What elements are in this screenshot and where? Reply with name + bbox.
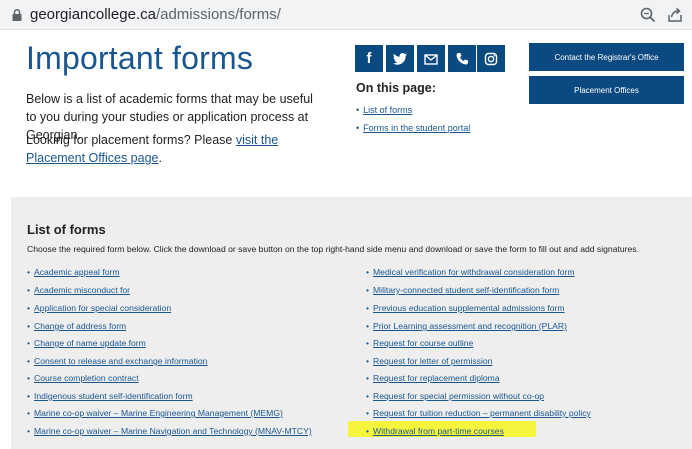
twitter-icon (393, 52, 407, 65)
form-list-item: Medical verification for withdrawal cons… (366, 266, 575, 278)
form-list-item: Indigenous student self-identification f… (27, 390, 193, 402)
phone-icon (456, 52, 468, 64)
special-permission-request-link[interactable]: Request for special permission without c… (373, 391, 544, 401)
special-consideration-form-link[interactable]: Application for special consideration (34, 303, 171, 313)
form-list-item: Academic misconduct for (27, 284, 130, 296)
url-text[interactable]: georgiancollege.ca/admissions/forms/ (30, 6, 281, 24)
facebook-button[interactable]: f (355, 45, 383, 72)
form-list-item: Marine co-op waiver – Marine Navigation … (27, 425, 312, 437)
marine-memg-waiver-link[interactable]: Marine co-op waiver – Marine Engineering… (34, 408, 283, 418)
url-path: /admissions/forms/ (155, 6, 281, 23)
form-list-item: Change of address form (27, 320, 126, 332)
form-list-item: Application for special consideration (27, 302, 171, 314)
form-list-item: Marine co-op waiver – Marine Engineering… (27, 407, 283, 419)
form-list-item: Course completion contract (27, 372, 139, 384)
form-list-item: Withdrawal from part-time courses (366, 425, 504, 437)
phone-button[interactable] (448, 45, 476, 72)
contact-registrar-button[interactable]: Contact the Registrar's Office (529, 43, 684, 71)
military-self-id-form-link[interactable]: Military-connected student self-identifi… (373, 285, 559, 295)
url-host: georgiancollege.ca (30, 6, 156, 23)
medical-verification-form-link[interactable]: Medical verification for withdrawal cons… (373, 267, 575, 277)
academic-misconduct-form-link[interactable]: Academic misconduct for (34, 285, 130, 295)
form-list-item: Prior Learning assessment and recognitio… (366, 320, 567, 332)
email-icon (424, 53, 438, 65)
course-completion-contract-link[interactable]: Course completion contract (34, 373, 139, 383)
tuition-reduction-request-link[interactable]: Request for tuition reduction – permanen… (373, 408, 591, 418)
student-portal-forms-link[interactable]: Forms in the student portal (363, 123, 470, 133)
marine-mnav-waiver-link[interactable]: Marine co-op waiver – Marine Navigation … (34, 426, 312, 436)
form-list-item: Academic appeal form (27, 266, 120, 278)
instagram-button[interactable] (477, 45, 505, 72)
indigenous-self-id-form-link[interactable]: Indigenous student self-identification f… (34, 391, 193, 401)
withdrawal-part-time-link[interactable]: Withdrawal from part-time courses (373, 426, 504, 436)
form-list-item: Change of name update form (27, 337, 146, 349)
twitter-button[interactable] (386, 45, 414, 72)
placement-paragraph: Looking for placement forms? Please visi… (26, 131, 326, 167)
plar-form-link[interactable]: Prior Learning assessment and recognitio… (373, 321, 567, 331)
letter-of-permission-request-link[interactable]: Request for letter of permission (373, 356, 492, 366)
replacement-diploma-request-link[interactable]: Request for replacement diploma (373, 373, 500, 383)
form-list-item: Previous education supplemental admissio… (366, 302, 565, 314)
placement-suffix: . (158, 151, 162, 165)
address-bar[interactable]: georgiancollege.ca/admissions/forms/ (0, 0, 692, 30)
form-list-item: Military-connected student self-identifi… (366, 284, 559, 296)
course-outline-request-link[interactable]: Request for course outline (373, 338, 473, 348)
instagram-icon (484, 52, 498, 65)
page-title: Important forms (26, 40, 254, 76)
consent-release-form-link[interactable]: Consent to release and exchange informat… (34, 356, 207, 366)
email-button[interactable] (417, 45, 445, 72)
form-list-item: Request for replacement diploma (366, 372, 500, 384)
placement-offices-button[interactable]: Placement Offices (529, 76, 684, 104)
facebook-icon: f (366, 50, 372, 67)
placement-prefix: Looking for placement forms? Please (26, 133, 236, 147)
zoom-icon[interactable] (639, 6, 657, 24)
form-list-item: Consent to release and exchange informat… (27, 355, 207, 367)
on-this-page-title: On this page: (356, 81, 436, 95)
change-of-address-form-link[interactable]: Change of address form (34, 321, 126, 331)
form-list-item: Request for special permission without c… (366, 390, 544, 402)
on-this-page-item: List of forms (356, 104, 412, 116)
list-of-forms-link[interactable]: List of forms (363, 105, 412, 115)
previous-education-form-link[interactable]: Previous education supplemental admissio… (373, 303, 565, 313)
on-this-page-item: Forms in the student portal (356, 122, 470, 134)
form-list-item: Request for tuition reduction – permanen… (366, 407, 591, 419)
forms-description: Choose the required form below. Click th… (27, 244, 639, 254)
academic-appeal-form-link[interactable]: Academic appeal form (34, 267, 120, 277)
form-list-item: Request for course outline (366, 337, 473, 349)
form-list-item: Request for letter of permission (366, 355, 492, 367)
change-of-name-form-link[interactable]: Change of name update form (34, 338, 146, 348)
forms-section-title: List of forms (27, 222, 106, 237)
lock-icon (12, 8, 22, 21)
share-icon[interactable] (666, 6, 684, 24)
